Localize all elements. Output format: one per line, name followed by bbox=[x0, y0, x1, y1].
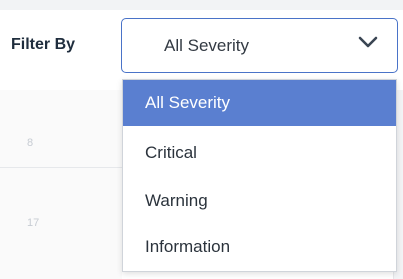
option-warning[interactable]: Warning bbox=[123, 178, 396, 224]
table-cell: 17 bbox=[27, 217, 40, 229]
chevron-down-icon[interactable] bbox=[358, 35, 378, 49]
top-strip bbox=[0, 0, 403, 10]
filter-label: Filter By bbox=[11, 36, 76, 53]
severity-select-value: All Severity bbox=[164, 36, 250, 55]
option-information[interactable]: Information bbox=[123, 224, 396, 270]
background-table: 8 17 bbox=[0, 90, 122, 279]
table-cell: 8 bbox=[27, 137, 34, 149]
option-all-severity[interactable]: All Severity bbox=[123, 80, 396, 126]
option-critical[interactable]: Critical bbox=[123, 130, 396, 176]
severity-dropdown: All Severity Critical Warning Informatio… bbox=[122, 79, 397, 272]
severity-select[interactable]: All Severity bbox=[121, 18, 398, 73]
table-row-divider bbox=[0, 167, 122, 168]
